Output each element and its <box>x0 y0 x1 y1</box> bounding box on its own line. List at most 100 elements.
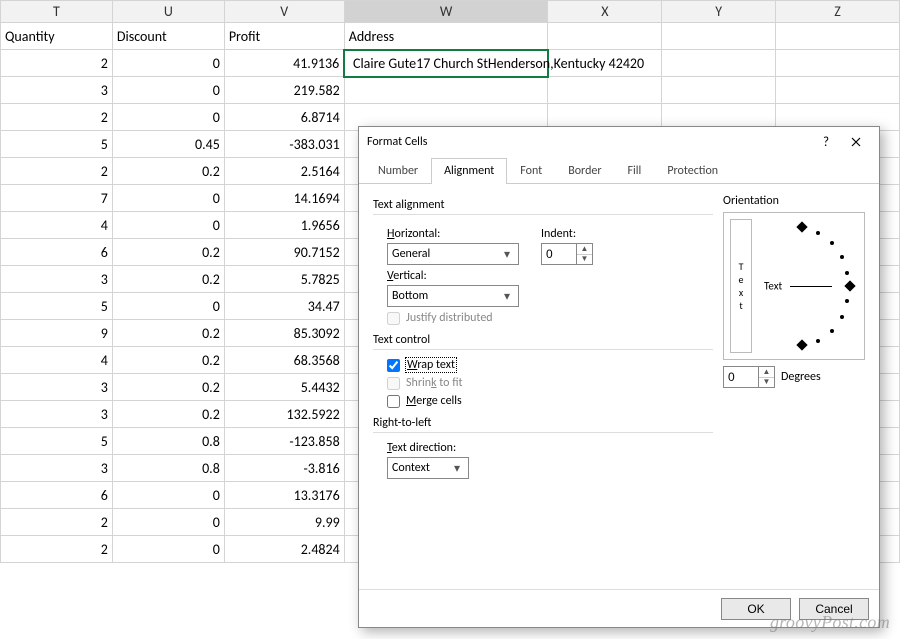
cell[interactable] <box>776 77 900 104</box>
cell[interactable]: 85.3092 <box>224 320 344 347</box>
cell[interactable]: 0.2 <box>112 266 224 293</box>
orientation-box[interactable]: Text Text <box>723 212 865 360</box>
cell[interactable]: 0.2 <box>112 239 224 266</box>
cell[interactable]: 0.2 <box>112 401 224 428</box>
cell[interactable]: 0 <box>112 212 224 239</box>
column-header-V[interactable]: V <box>224 1 344 23</box>
cancel-button[interactable]: Cancel <box>799 598 869 620</box>
cell[interactable]: -3.816 <box>224 455 344 482</box>
cell[interactable]: 9.99 <box>224 509 344 536</box>
help-icon[interactable]: ? <box>811 130 841 154</box>
cell[interactable]: 6 <box>1 482 113 509</box>
tab-fill[interactable]: Fill <box>615 158 655 184</box>
header-cell[interactable]: Quantity <box>1 23 113 50</box>
spinner-up-icon[interactable]: ▲ <box>759 367 774 378</box>
cell[interactable]: 6 <box>1 239 113 266</box>
cell[interactable]: 2.4824 <box>224 536 344 563</box>
header-cell[interactable]: Address <box>344 23 548 50</box>
column-header-T[interactable]: T <box>1 1 113 23</box>
cell[interactable]: 2 <box>1 158 113 185</box>
header-cell[interactable] <box>548 23 662 50</box>
cell[interactable]: 2.5164 <box>224 158 344 185</box>
column-header-W[interactable]: W <box>344 1 548 23</box>
cell[interactable]: 3 <box>1 77 113 104</box>
degrees-spinner[interactable]: ▲▼ <box>723 366 775 388</box>
cell[interactable]: 0.2 <box>112 374 224 401</box>
cell[interactable]: 41.9136 <box>224 50 344 77</box>
cell[interactable]: 5.7825 <box>224 266 344 293</box>
indent-spinner[interactable]: ▲▼ <box>541 243 593 265</box>
vertical-select[interactable]: Bottom ▾ <box>387 285 519 307</box>
merge-cells-checkbox[interactable]: Merge cells <box>387 394 713 408</box>
cell[interactable]: 1.9656 <box>224 212 344 239</box>
cell[interactable]: 5 <box>1 131 113 158</box>
orientation-vertical-text-button[interactable]: Text <box>730 219 752 353</box>
cell[interactable]: 3 <box>1 266 113 293</box>
cell[interactable]: 2 <box>1 104 113 131</box>
cell[interactable]: 3 <box>1 455 113 482</box>
wrap-text-checkbox[interactable]: Wrap text <box>387 358 713 372</box>
indent-input[interactable] <box>542 244 576 264</box>
cell[interactable]: 0 <box>112 482 224 509</box>
cell[interactable]: 0.8 <box>112 455 224 482</box>
tab-protection[interactable]: Protection <box>654 158 731 184</box>
cell[interactable]: 0 <box>112 509 224 536</box>
ok-button[interactable]: OK <box>721 598 791 620</box>
tab-alignment[interactable]: Alignment <box>431 158 507 184</box>
orientation-dial[interactable]: Text <box>758 219 858 353</box>
cell[interactable]: 2 <box>1 509 113 536</box>
cell[interactable]: 0.45 <box>112 131 224 158</box>
horizontal-select[interactable]: General ▾ <box>387 243 519 265</box>
cell[interactable]: 7 <box>1 185 113 212</box>
tab-font[interactable]: Font <box>507 158 555 184</box>
column-header-U[interactable]: U <box>112 1 224 23</box>
cell[interactable] <box>344 77 548 104</box>
cell[interactable]: 3 <box>1 401 113 428</box>
cell[interactable]: 68.3568 <box>224 347 344 374</box>
column-header-X[interactable]: X <box>548 1 662 23</box>
cell[interactable]: 0.2 <box>112 320 224 347</box>
spinner-down-icon[interactable]: ▼ <box>577 255 592 265</box>
cell[interactable]: 219.582 <box>224 77 344 104</box>
cell[interactable]: 3 <box>1 374 113 401</box>
cell[interactable]: 0 <box>112 293 224 320</box>
degrees-input[interactable] <box>724 367 758 387</box>
close-icon[interactable] <box>841 130 871 154</box>
cell[interactable]: 6.8714 <box>224 104 344 131</box>
cell[interactable] <box>776 50 900 77</box>
header-cell[interactable] <box>662 23 776 50</box>
spinner-up-icon[interactable]: ▲ <box>577 244 592 255</box>
cell[interactable]: 5 <box>1 293 113 320</box>
cell[interactable]: 0 <box>112 77 224 104</box>
header-cell[interactable] <box>776 23 900 50</box>
spinner-down-icon[interactable]: ▼ <box>759 378 774 388</box>
cell[interactable]: 90.7152 <box>224 239 344 266</box>
cell[interactable]: -383.031 <box>224 131 344 158</box>
cell[interactable]: 0.2 <box>112 347 224 374</box>
header-cell[interactable]: Discount <box>112 23 224 50</box>
tab-border[interactable]: Border <box>555 158 614 184</box>
cell[interactable]: 2 <box>1 50 113 77</box>
cell[interactable]: 4 <box>1 347 113 374</box>
cell[interactable]: 2 <box>1 536 113 563</box>
column-header-Z[interactable]: Z <box>776 1 900 23</box>
cell[interactable] <box>662 77 776 104</box>
column-header-Y[interactable]: Y <box>662 1 776 23</box>
cell[interactable]: -123.858 <box>224 428 344 455</box>
text-direction-select[interactable]: Context ▾ <box>387 457 469 479</box>
cell[interactable]: 4 <box>1 212 113 239</box>
cell[interactable]: 0 <box>112 50 224 77</box>
cell[interactable]: 0 <box>112 104 224 131</box>
cell[interactable]: 0.2 <box>112 158 224 185</box>
cell[interactable] <box>548 77 662 104</box>
cell[interactable]: 0.8 <box>112 428 224 455</box>
cell[interactable]: 0 <box>112 185 224 212</box>
cell[interactable]: 5 <box>1 428 113 455</box>
header-cell[interactable]: Profit <box>224 23 344 50</box>
cell[interactable]: 13.3176 <box>224 482 344 509</box>
cell[interactable]: 5.4432 <box>224 374 344 401</box>
tab-number[interactable]: Number <box>365 158 431 184</box>
cell[interactable]: 9 <box>1 320 113 347</box>
cell[interactable]: 0 <box>112 536 224 563</box>
cell[interactable]: 14.1694 <box>224 185 344 212</box>
